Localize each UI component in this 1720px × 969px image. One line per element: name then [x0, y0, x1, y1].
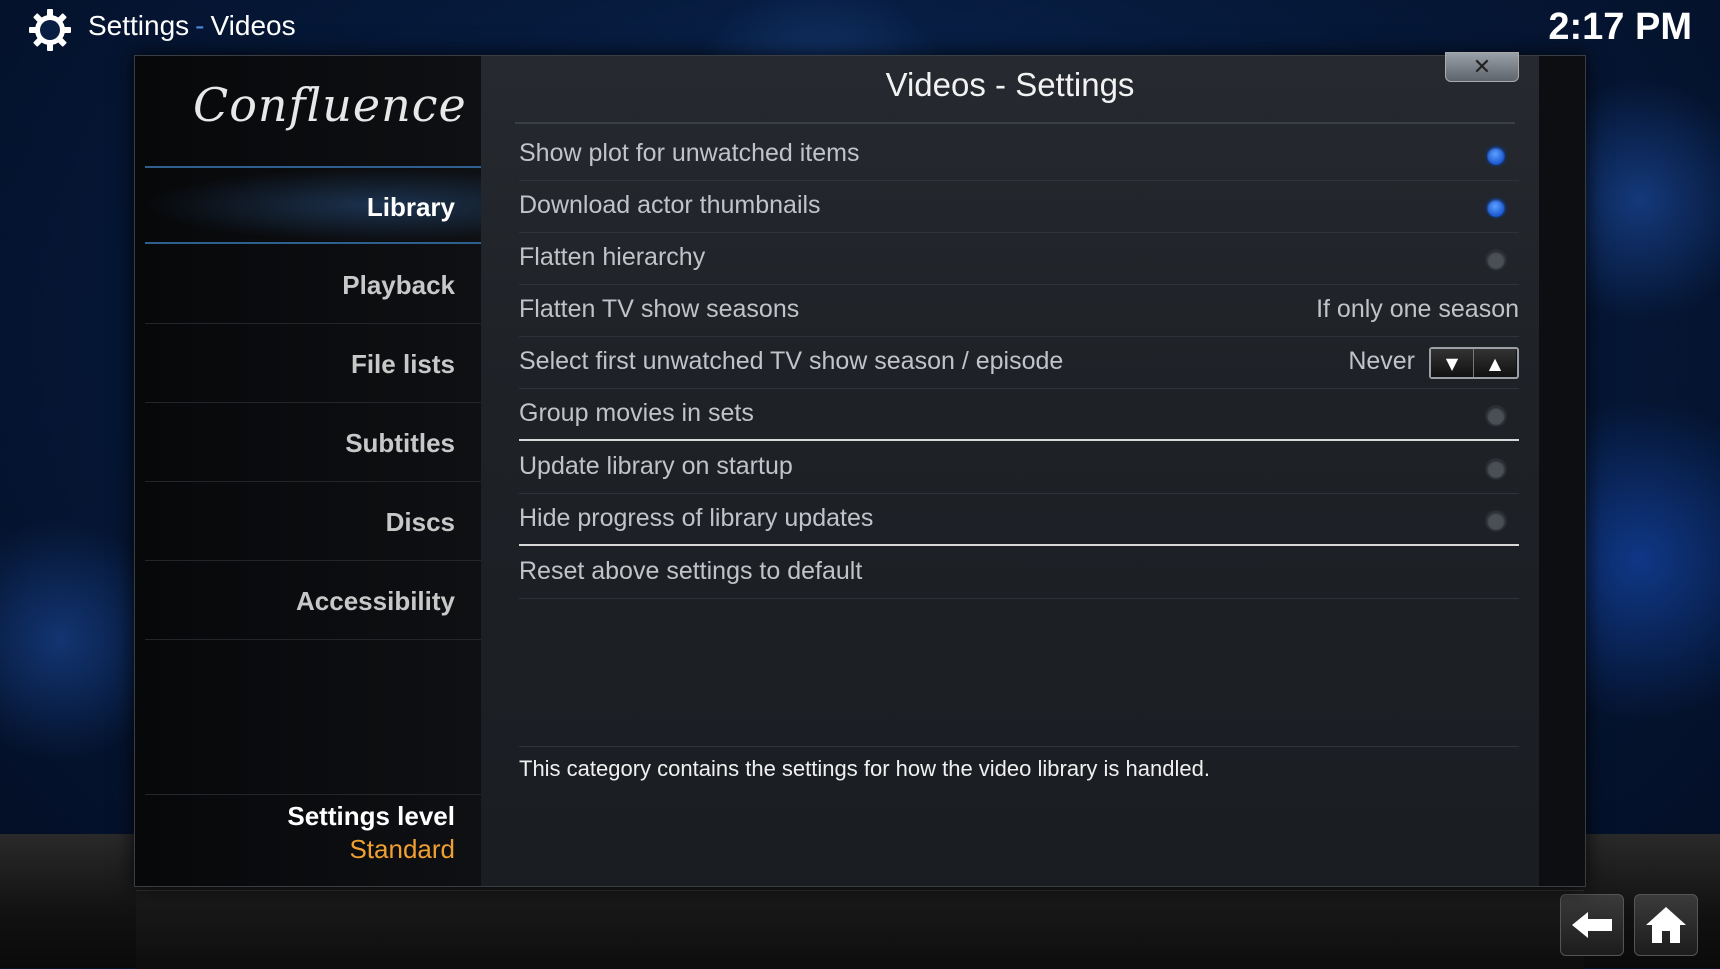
- setting-label: Update library on startup: [519, 452, 793, 480]
- toggle-radio[interactable]: [1485, 197, 1507, 219]
- sidebar-item-library[interactable]: Library: [145, 166, 481, 244]
- sidebar-item-discs[interactable]: Discs: [145, 483, 481, 561]
- toggle-radio[interactable]: [1485, 405, 1507, 427]
- setting-value: If only one season: [1316, 295, 1519, 323]
- clock: 2:17 PM: [1548, 6, 1692, 48]
- settings-dialog: Confluence Library Playback File lists S…: [134, 52, 1586, 887]
- setting-download-actor-thumbs[interactable]: Download actor thumbnails: [519, 181, 1519, 233]
- setting-group-movies-sets[interactable]: Group movies in sets: [519, 389, 1519, 441]
- settings-level-label: Settings level: [287, 801, 455, 831]
- setting-label: Reset above settings to default: [519, 557, 863, 585]
- sidebar-item-accessibility[interactable]: Accessibility: [145, 562, 481, 640]
- setting-label: Flatten TV show seasons: [519, 295, 800, 323]
- sidebar-item-subtitles[interactable]: Subtitles: [145, 404, 481, 482]
- toggle-radio[interactable]: [1485, 458, 1507, 480]
- home-icon: [1646, 907, 1686, 943]
- setting-label: Hide progress of library updates: [519, 504, 874, 532]
- spinner-value: Never: [1348, 347, 1415, 375]
- title-divider: [515, 122, 1515, 124]
- setting-label: Download actor thumbnails: [519, 191, 821, 219]
- description-divider: [519, 746, 1519, 747]
- top-bar: Settings - Videos 2:17 PM: [0, 0, 1720, 56]
- settings-level-value: Standard: [349, 834, 455, 864]
- back-button[interactable]: [1560, 894, 1624, 956]
- spinner-down-button[interactable]: ▼: [1431, 349, 1473, 377]
- close-icon: ✕: [1472, 54, 1492, 80]
- dialog-title: Videos - Settings: [885, 66, 1135, 103]
- gear-icon: [29, 9, 71, 51]
- level-divider: [145, 794, 481, 795]
- triangle-up-icon: ▲: [1488, 353, 1502, 373]
- toggle-radio[interactable]: [1485, 510, 1507, 532]
- toggle-radio[interactable]: [1485, 249, 1507, 271]
- breadcrumb: Settings - Videos: [88, 10, 296, 42]
- setting-label: Group movies in sets: [519, 399, 754, 427]
- setting-flatten-hierarchy[interactable]: Flatten hierarchy: [519, 233, 1519, 285]
- spinner-control: ▼ ▲: [1429, 347, 1519, 379]
- setting-reset-defaults[interactable]: Reset above settings to default: [519, 547, 1519, 599]
- setting-update-on-startup[interactable]: Update library on startup: [519, 442, 1519, 494]
- setting-label: Show plot for unwatched items: [519, 139, 860, 167]
- setting-select-first-unwatched[interactable]: Select first unwatched TV show season / …: [519, 337, 1519, 389]
- sidebar-item-playback[interactable]: Playback: [145, 246, 481, 324]
- footer-inner: [136, 890, 1584, 969]
- home-button[interactable]: [1634, 894, 1698, 956]
- toggle-radio[interactable]: [1485, 145, 1507, 167]
- category-description: This category contains the settings for …: [519, 756, 1210, 781]
- sidebar-item-file-lists[interactable]: File lists: [145, 325, 481, 403]
- breadcrumb-separator: -: [195, 10, 205, 41]
- triangle-down-icon: ▼: [1445, 353, 1459, 373]
- setting-label: Select first unwatched TV show season / …: [519, 347, 1064, 375]
- setting-show-plot[interactable]: Show plot for unwatched items: [519, 129, 1519, 181]
- panel-edge: [1539, 56, 1585, 886]
- category-sidebar: Confluence Library Playback File lists S…: [135, 56, 481, 886]
- breadcrumb-subsection: Videos: [210, 10, 296, 41]
- back-arrow-icon: [1572, 912, 1612, 938]
- breadcrumb-section: Settings: [88, 10, 190, 41]
- spinner-up-button[interactable]: ▲: [1473, 349, 1516, 377]
- setting-hide-progress[interactable]: Hide progress of library updates: [519, 494, 1519, 546]
- setting-flatten-tv-seasons[interactable]: Flatten TV show seasons If only one seas…: [519, 285, 1519, 337]
- confluence-logo: Confluence: [193, 78, 467, 132]
- close-button[interactable]: ✕: [1445, 52, 1519, 82]
- setting-label: Flatten hierarchy: [519, 243, 706, 271]
